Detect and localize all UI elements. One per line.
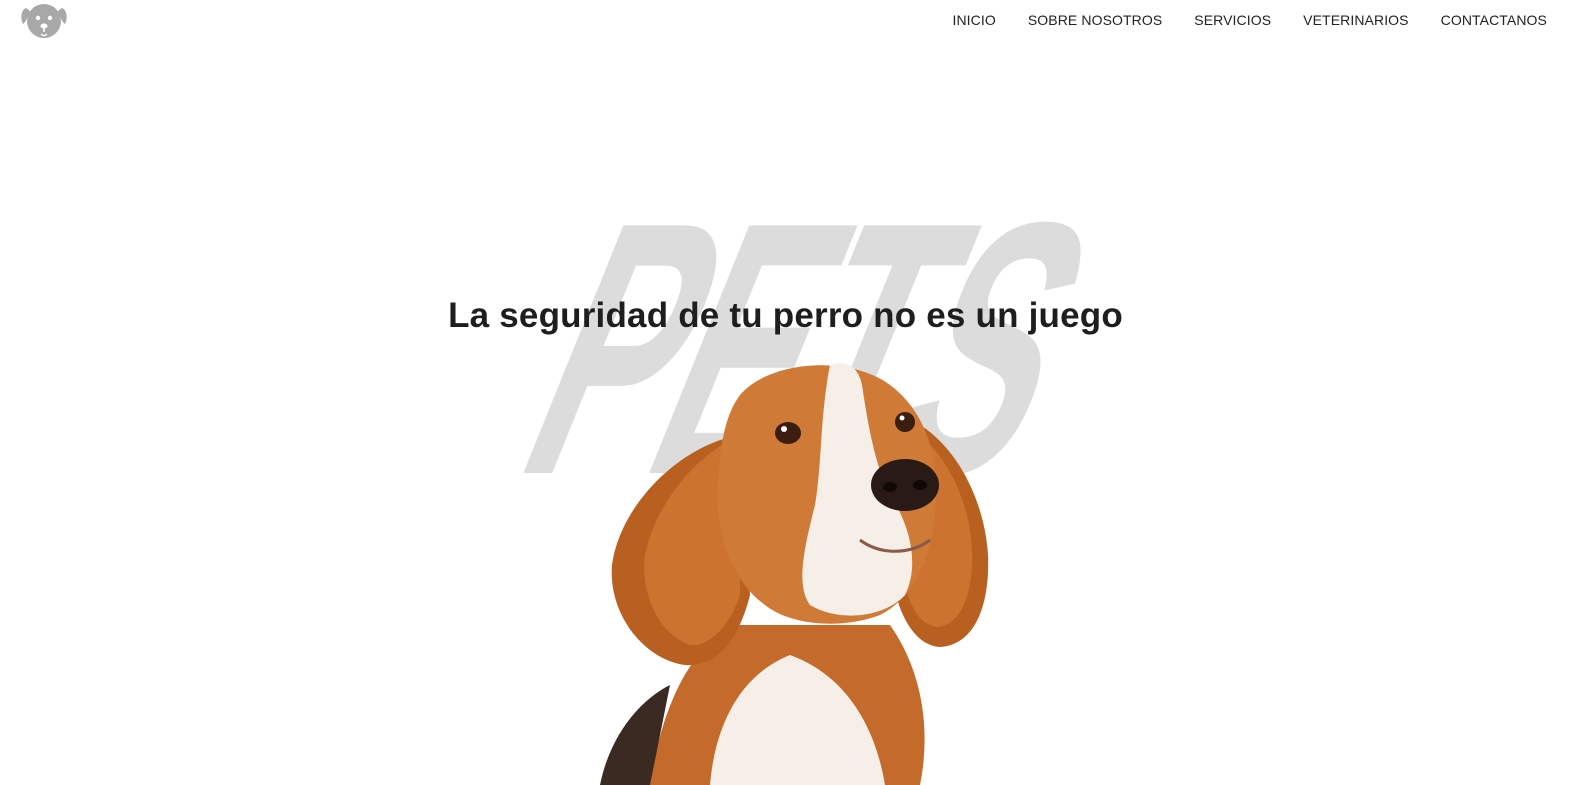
page: INICIO SOBRE NOSOTROS SERVICIOS VETERINA… [0,0,1571,785]
nav-inicio[interactable]: INICIO [952,12,995,28]
nav-servicios[interactable]: SERVICIOS [1194,12,1271,28]
dog-face-icon[interactable] [20,2,68,40]
nav-veterinarios[interactable]: VETERINARIOS [1303,12,1408,28]
main-nav: INICIO SOBRE NOSOTROS SERVICIOS VETERINA… [920,12,1547,28]
nav-contactanos[interactable]: CONTACTANOS [1441,12,1547,28]
beagle-dog-image [600,363,989,785]
nav-sobre-nosotros[interactable]: SOBRE NOSOTROS [1028,12,1162,28]
site-header: INICIO SOBRE NOSOTROS SERVICIOS VETERINA… [0,0,1571,44]
hero-title: La seguridad de tu perro no es un juego [448,296,1123,335]
